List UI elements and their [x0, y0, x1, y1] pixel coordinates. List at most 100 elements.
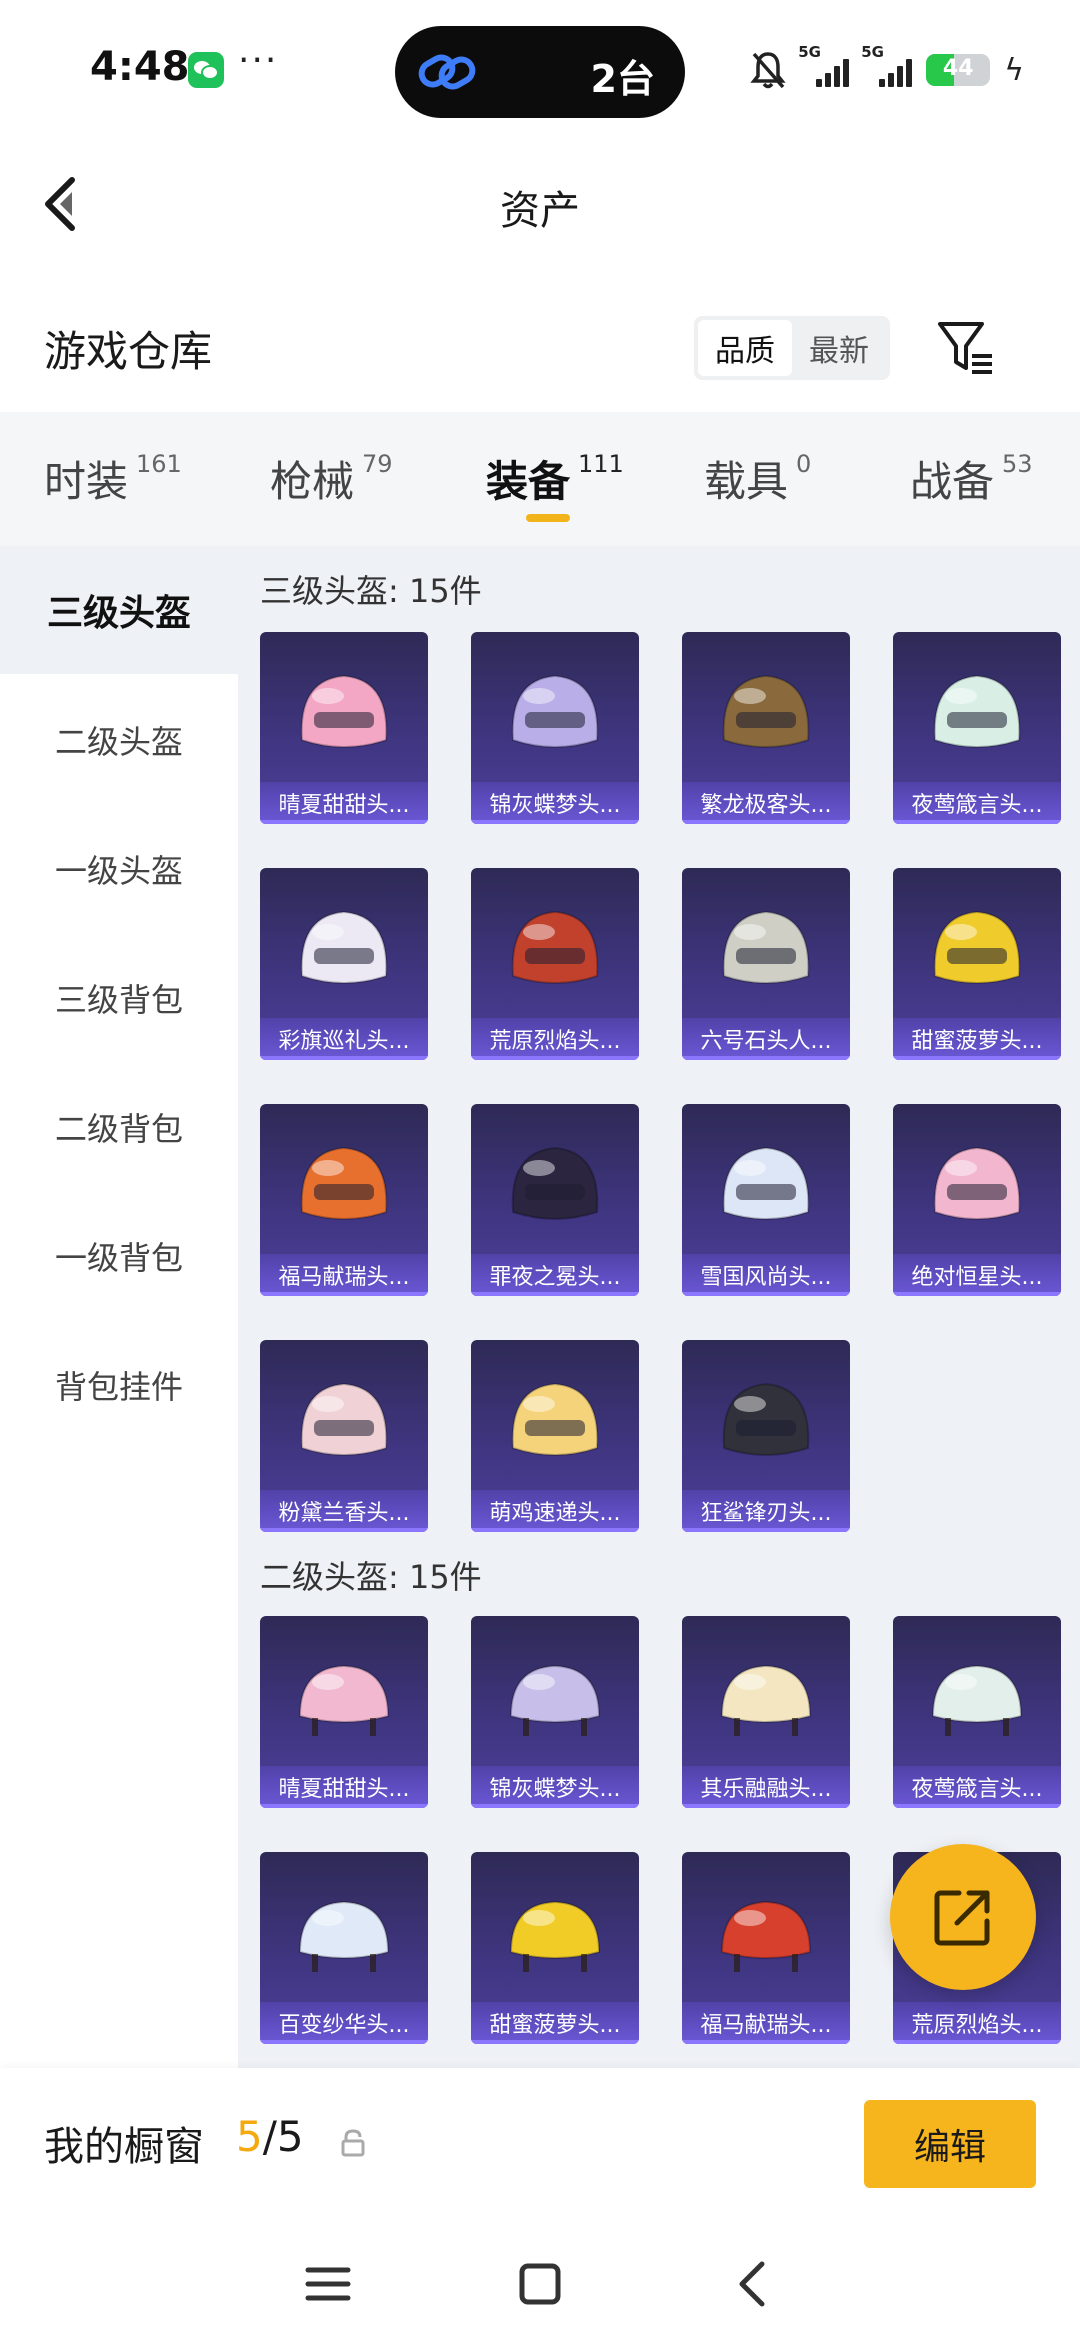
signal-1-icon: 5G	[798, 43, 850, 87]
showcase-bar: 我的橱窗 5/5 编辑	[0, 2068, 1080, 2218]
item-name: 锦灰蝶梦头...	[471, 1766, 639, 1808]
connected-device-count: 2台	[590, 57, 655, 101]
item-name: 繁龙极客头...	[682, 782, 850, 824]
helmet-icon	[509, 1664, 601, 1736]
active-tab-indicator	[526, 514, 570, 522]
helmet-icon	[933, 674, 1021, 748]
item-card[interactable]: 其乐融融头...	[682, 1616, 850, 1808]
item-card[interactable]: 绝对恒星头...	[893, 1104, 1061, 1296]
item-name: 雪国风尚头...	[682, 1254, 850, 1296]
item-name: 粉黛兰香头...	[260, 1490, 428, 1532]
tab-fashion[interactable]: 时装 161	[44, 448, 182, 509]
item-card[interactable]: 繁龙极客头...	[682, 632, 850, 824]
lock-icon	[341, 2129, 365, 2157]
app-header: 资产	[0, 140, 1080, 270]
page-title: 资产	[500, 188, 580, 234]
helmet-icon	[509, 1900, 601, 1972]
item-grid: 三级头盔: 15件 二级头盔: 15件 晴夏甜甜头... 锦灰蝶梦头... 繁龙极客…	[238, 546, 1080, 2068]
item-card[interactable]: 粉黛兰香头...	[260, 1340, 428, 1532]
item-card[interactable]: 福马献瑞头...	[682, 1852, 850, 2044]
sidebar-item-level3-helmet[interactable]: 三级头盔	[0, 546, 238, 674]
item-card[interactable]: 甜蜜菠萝头...	[893, 868, 1061, 1060]
helmet-icon	[720, 1664, 812, 1736]
helmet-icon	[298, 1664, 390, 1736]
more-notifications-icon: ···	[238, 40, 279, 81]
item-name: 萌鸡速递头...	[471, 1490, 639, 1532]
item-name: 荒原烈焰头...	[893, 2002, 1061, 2044]
menu-icon[interactable]	[298, 2254, 358, 2314]
sidebar-item-level3-backpack[interactable]: 三级背包	[0, 934, 238, 1062]
helmet-icon	[931, 1664, 1023, 1736]
section-title: 二级头盔: 15件	[260, 1558, 482, 1596]
mute-bell-icon	[750, 52, 786, 89]
item-card[interactable]: 甜蜜菠萝头...	[471, 1852, 639, 2044]
item-name: 狂鲨锋刃头...	[682, 1490, 850, 1532]
tab-equipment[interactable]: 装备 111	[486, 448, 624, 509]
sidebar-item-level2-helmet[interactable]: 二级头盔	[0, 676, 238, 804]
filter-icon[interactable]	[936, 316, 996, 380]
item-card[interactable]: 罪夜之冕头...	[471, 1104, 639, 1296]
sidebar-item-level1-helmet[interactable]: 一级头盔	[0, 805, 238, 933]
sort-toggle: 品质 最新	[694, 316, 890, 380]
item-name: 绝对恒星头...	[893, 1254, 1061, 1296]
battery-icon: 44	[926, 54, 991, 86]
helmet-icon	[511, 910, 599, 984]
share-button[interactable]	[890, 1844, 1036, 1990]
section-title: 三级头盔: 15件	[260, 572, 482, 610]
helmet-icon	[511, 674, 599, 748]
item-card[interactable]: 夜莺箴言头...	[893, 632, 1061, 824]
dynamic-island[interactable]: 2台	[395, 26, 685, 118]
sidebar-item-backpack-pendant[interactable]: 背包挂件	[0, 1321, 238, 1449]
status-bar: 4:48 ··· 2台 5G 5G 44 ϟ	[0, 0, 1080, 140]
item-name: 六号石头人...	[682, 1018, 850, 1060]
item-name: 荒原烈焰头...	[471, 1018, 639, 1060]
helmet-icon	[722, 910, 810, 984]
item-card[interactable]: 夜莺箴言头...	[893, 1616, 1061, 1808]
tab-firearms[interactable]: 枪械 79	[270, 448, 393, 509]
helmet-icon	[300, 1382, 388, 1456]
helmet-icon	[300, 674, 388, 748]
item-card[interactable]: 荒原烈焰头...	[471, 868, 639, 1060]
item-card[interactable]: 雪国风尚头...	[682, 1104, 850, 1296]
sidebar-item-level1-backpack[interactable]: 一级背包	[0, 1192, 238, 1320]
tab-vehicles[interactable]: 载具 0	[704, 448, 811, 509]
item-card[interactable]: 锦灰蝶梦头...	[471, 632, 639, 824]
sort-by-latest[interactable]: 最新	[792, 320, 886, 376]
item-name: 福马献瑞头...	[682, 2002, 850, 2044]
warehouse-title: 游戏仓库	[44, 327, 213, 376]
helmet-icon	[933, 910, 1021, 984]
tab-combat-supplies[interactable]: 战备 53	[910, 448, 1033, 509]
item-name: 锦灰蝶梦头...	[471, 782, 639, 824]
sidebar-item-level2-backpack[interactable]: 二级背包	[0, 1063, 238, 1191]
sort-by-quality[interactable]: 品质	[698, 320, 792, 376]
showcase-count: 5/5	[236, 2112, 304, 2161]
showcase-title: 我的橱窗	[44, 2124, 204, 2170]
helmet-icon	[722, 674, 810, 748]
item-card[interactable]: 百变纱华头...	[260, 1852, 428, 2044]
item-name: 夜莺箴言头...	[893, 1766, 1061, 1808]
back-icon[interactable]	[724, 2254, 784, 2314]
helmet-icon	[300, 910, 388, 984]
item-name: 其乐融融头...	[682, 1766, 850, 1808]
status-indicators: 5G 5G 44 ϟ	[750, 43, 1024, 92]
item-name: 夜莺箴言头...	[893, 782, 1061, 824]
item-card[interactable]: 锦灰蝶梦头...	[471, 1616, 639, 1808]
item-name: 百变纱华头...	[260, 2002, 428, 2044]
clock: 4:48	[90, 44, 190, 90]
item-card[interactable]: 萌鸡速递头...	[471, 1340, 639, 1532]
warehouse-header: 游戏仓库 品质 最新	[0, 290, 1080, 410]
helmet-icon	[298, 1900, 390, 1972]
item-card[interactable]: 彩旗巡礼头...	[260, 868, 428, 1060]
home-icon[interactable]	[510, 2254, 570, 2314]
item-card[interactable]: 晴夏甜甜头...	[260, 632, 428, 824]
helmet-icon	[511, 1382, 599, 1456]
item-card[interactable]: 福马献瑞头...	[260, 1104, 428, 1296]
item-card[interactable]: 狂鲨锋刃头...	[682, 1340, 850, 1532]
item-name: 福马献瑞头...	[260, 1254, 428, 1296]
helmet-icon	[511, 1146, 599, 1220]
helmet-icon	[722, 1382, 810, 1456]
item-card[interactable]: 六号石头人...	[682, 868, 850, 1060]
edit-button[interactable]: 编辑	[864, 2100, 1036, 2188]
item-card[interactable]: 晴夏甜甜头...	[260, 1616, 428, 1808]
item-name: 甜蜜菠萝头...	[893, 1018, 1061, 1060]
